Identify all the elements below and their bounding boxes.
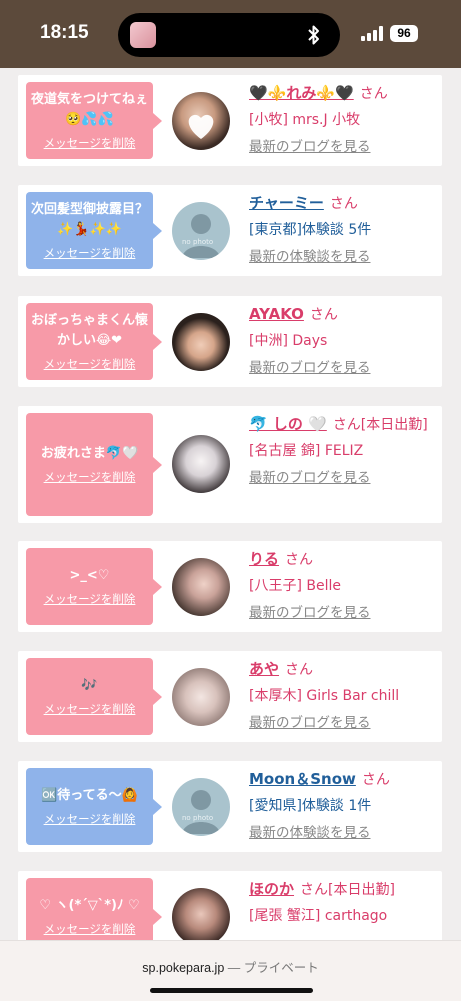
cast-name[interactable]: りる: [249, 550, 279, 568]
avatar-no-photo[interactable]: no photo: [172, 202, 230, 260]
shop-name[interactable]: [小牧] mrs.J 小牧: [249, 109, 439, 131]
latest-blog-link[interactable]: 最新のブログを見る: [249, 713, 439, 733]
list-item: 次回髪型御披露目？✨💃✨✨ メッセージを削除 no photo チャーミー さん …: [18, 185, 442, 276]
shop-name[interactable]: [本厚木] Girls Bar chill: [249, 685, 439, 707]
delete-message-link[interactable]: メッセージを削除: [44, 356, 136, 372]
signal-icon: [361, 26, 383, 41]
home-indicator[interactable]: [150, 988, 313, 993]
message-text: お疲れさま🐬🤍: [40, 446, 139, 461]
avatar[interactable]: [172, 435, 230, 493]
honorific: さん: [285, 662, 314, 678]
list-item: おぼっちゃまくん懐かしい😂❤ メッセージを削除 AYAKO さん [中洲] Day…: [18, 296, 442, 387]
shop-name[interactable]: [八王子] Belle: [249, 575, 439, 597]
list-item: 🎶 メッセージを削除 あや さん [本厚木] Girls Bar chill 最新…: [18, 651, 442, 742]
cast-name[interactable]: 🖤⚜️れみ⚜️🖤: [249, 84, 354, 102]
url-display[interactable]: sp.pokepara.jp — プライベート: [0, 957, 461, 976]
latest-review-link[interactable]: 最新の体験談を見る: [249, 247, 439, 267]
message-text: おぼっちゃまくん懐かしい😂❤: [30, 313, 148, 348]
review-count[interactable]: [東京都]体験談 5件: [249, 219, 439, 241]
bluetooth-icon: [308, 25, 319, 45]
avatar[interactable]: [172, 558, 230, 616]
list-item: 🆗待ってる〜🙆 メッセージを削除 no photo Moon＆Snow さん [愛…: [18, 761, 442, 852]
status-time: 18:15: [40, 22, 89, 43]
avatar[interactable]: [172, 313, 230, 371]
no-photo-silhouette-icon: no photo: [182, 214, 220, 258]
review-count[interactable]: [愛知県]体験談 1件: [249, 795, 439, 817]
delete-message-link[interactable]: メッセージを削除: [44, 469, 136, 485]
honorific: さん: [359, 86, 388, 102]
list-item: 夜道気をつけてねぇ🥺💦💦 メッセージを削除 🖤⚜️れみ⚜️🖤 さん [小牧] mr…: [18, 75, 442, 166]
battery-icon: 96: [390, 25, 418, 42]
avatar-no-photo[interactable]: no photo: [172, 778, 230, 836]
delete-message-link[interactable]: メッセージを削除: [44, 701, 136, 717]
message-bubble: 夜道気をつけてねぇ🥺💦💦 メッセージを削除: [26, 82, 162, 159]
avatar[interactable]: [172, 92, 230, 150]
delete-message-link[interactable]: メッセージを削除: [44, 591, 136, 607]
message-bubble: おぼっちゃまくん懐かしい😂❤ メッセージを削除: [26, 303, 162, 380]
delete-message-link[interactable]: メッセージを削除: [44, 811, 136, 827]
reviewer-name[interactable]: チャーミー: [249, 194, 324, 212]
list-item: お疲れさま🐬🤍 メッセージを削除 🐬 しの 🤍 さん[本日出勤] [名古屋 錦] …: [18, 406, 442, 523]
honorific: さん: [285, 552, 314, 568]
honorific: さん[本日出勤]: [300, 882, 395, 898]
cast-name[interactable]: AYAKO: [249, 305, 304, 323]
dynamic-island: [118, 13, 340, 57]
shop-name[interactable]: [尾張 蟹江] carthago: [249, 905, 439, 927]
message-bubble: 🆗待ってる〜🙆 メッセージを削除: [26, 768, 162, 845]
delete-message-link[interactable]: メッセージを削除: [44, 921, 136, 937]
url-text: sp.pokepara.jp: [142, 961, 225, 975]
latest-blog-link[interactable]: 最新のブログを見る: [249, 137, 439, 157]
cast-name[interactable]: ほのか: [249, 880, 294, 898]
latest-blog-link[interactable]: 最新のブログを見る: [249, 468, 439, 488]
message-bubble: >_<♡ メッセージを削除: [26, 548, 162, 625]
no-photo-label: no photo: [182, 238, 213, 246]
avatar[interactable]: [172, 888, 230, 946]
latest-review-link[interactable]: 最新の体験談を見る: [249, 823, 439, 843]
message-bubble: お疲れさま🐬🤍 メッセージを削除: [26, 413, 162, 516]
latest-blog-link[interactable]: 最新のブログを見る: [249, 603, 439, 623]
honorific: さん[本日出勤]: [332, 417, 428, 433]
cast-name[interactable]: あや: [249, 660, 279, 678]
honorific: さん: [361, 772, 390, 788]
message-text: 🆗待ってる〜🙆: [41, 788, 138, 803]
message-text: ♡ ヽ(*´▽`*)ﾉ ♡: [39, 898, 140, 913]
honorific: さん: [329, 196, 358, 212]
latest-blog-link[interactable]: 最新のブログを見る: [249, 358, 439, 378]
cast-name[interactable]: 🐬 しの 🤍: [249, 415, 327, 433]
private-mode-label: — プライベート: [224, 961, 319, 975]
avatar[interactable]: [172, 668, 230, 726]
list-item: >_<♡ メッセージを削除 りる さん [八王子] Belle 最新のブログを見る: [18, 541, 442, 632]
status-bar: 18:15 96: [0, 0, 461, 68]
honorific: さん: [309, 307, 338, 323]
message-bubble: 次回髪型御披露目？✨💃✨✨ メッセージを削除: [26, 192, 162, 269]
shop-name[interactable]: [名古屋 錦] FELIZ: [249, 440, 439, 462]
message-text: 夜道気をつけてねぇ🥺💦💦: [30, 92, 148, 127]
heart-sticker-icon: [188, 114, 214, 139]
message-text: 次回髪型御披露目？✨💃✨✨: [30, 202, 148, 237]
now-playing-thumbnail: [130, 22, 156, 48]
no-photo-silhouette-icon: no photo: [182, 790, 220, 834]
message-text: 🎶: [81, 678, 98, 693]
message-bubble: 🎶 メッセージを削除: [26, 658, 162, 735]
no-photo-label: no photo: [182, 814, 213, 822]
reviewer-name[interactable]: Moon＆Snow: [249, 770, 356, 788]
message-text: >_<♡: [69, 568, 110, 583]
delete-message-link[interactable]: メッセージを削除: [44, 135, 136, 151]
shop-name[interactable]: [中洲] Days: [249, 330, 439, 352]
browser-address-bar[interactable]: sp.pokepara.jp — プライベート: [0, 940, 461, 1001]
delete-message-link[interactable]: メッセージを削除: [44, 245, 136, 261]
